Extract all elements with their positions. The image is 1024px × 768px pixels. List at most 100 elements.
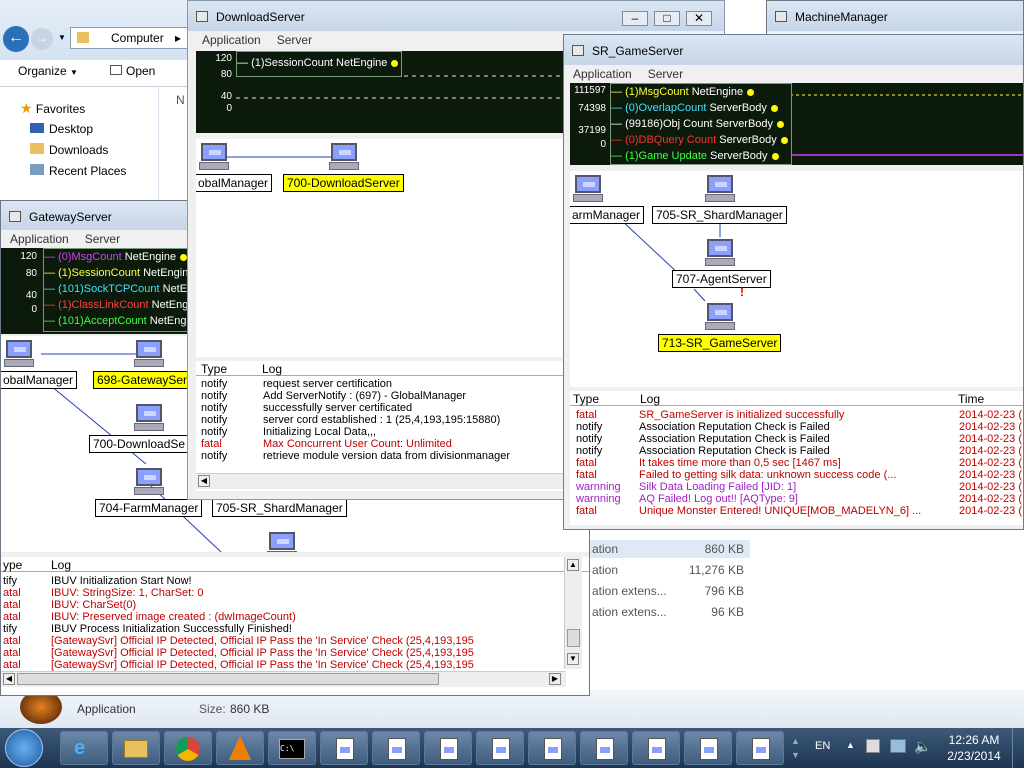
menu-application[interactable]: Application <box>202 31 261 49</box>
taskbar-server-app[interactable] <box>320 731 368 765</box>
volume-icon[interactable]: 🔈 <box>914 738 931 755</box>
log-row: warnning AQ Failed! Log out!! [AQType: 9]… <box>576 493 1022 505</box>
node-label[interactable]: 700-DownloadSe <box>89 435 190 453</box>
action-center-icon[interactable] <box>866 739 880 753</box>
show-hidden-icons[interactable]: ▲ <box>846 740 855 750</box>
server-node-icon[interactable] <box>134 466 164 496</box>
history-dropdown-icon[interactable]: ▼ <box>58 33 66 42</box>
topology-links <box>619 218 721 302</box>
log-row: atal [GatewaySvr] Official IP Detected, O… <box>3 659 474 671</box>
address-text: Computer <box>111 31 164 45</box>
server-node-icon[interactable] <box>705 301 735 331</box>
file-row[interactable]: ation 860 KB <box>590 540 750 558</box>
taskbar-server-app[interactable] <box>632 731 680 765</box>
taskbar-vlc[interactable] <box>216 731 264 765</box>
server-node-icon[interactable] <box>329 141 359 171</box>
server-app-icon <box>544 738 562 760</box>
scroll-left-icon[interactable]: ◀ <box>198 475 210 487</box>
game-topology-canvas: armManager 705-SR_ShardManager 707-Agent… <box>570 171 1023 387</box>
taskbar-server-app[interactable] <box>528 731 576 765</box>
explorer-file-list: ation 860 KB ation 11,276 KB ation exten… <box>590 530 790 630</box>
scroll-up-icon[interactable]: ▲ <box>567 559 579 571</box>
node-label[interactable]: 713-SR_GameServer <box>658 334 782 352</box>
vertical-scrollbar[interactable]: ▲ ▼ <box>564 557 582 669</box>
back-button[interactable]: ← <box>3 26 29 52</box>
scroll-right-icon[interactable]: ▶ <box>549 673 561 685</box>
file-row[interactable]: ation extens... 796 KB <box>590 582 750 600</box>
taskbar-internet-explorer[interactable]: e <box>60 731 108 765</box>
game-server-window: SR_GameServer Application Server 111597 7… <box>563 34 1024 530</box>
node-label[interactable]: 700-DownloadServer <box>283 174 404 192</box>
server-node-icon[interactable] <box>4 338 34 368</box>
explorer-divider <box>0 86 190 87</box>
legend-item: — (1)Game Update ServerBody <box>611 148 791 164</box>
start-button[interactable] <box>5 729 43 767</box>
node-label[interactable]: obalManager <box>1 371 78 389</box>
scroll-down-icon[interactable]: ▼ <box>567 653 579 665</box>
taskbar-cmd[interactable]: C:\ <box>268 731 316 765</box>
vlc-icon <box>229 736 251 760</box>
server-node-icon[interactable] <box>573 173 603 203</box>
server-node-icon[interactable] <box>199 141 229 171</box>
taskbar-server-app[interactable] <box>372 731 420 765</box>
menu-server[interactable]: Server <box>85 230 120 248</box>
app-icon <box>196 11 208 22</box>
taskbar-explorer[interactable] <box>112 731 160 765</box>
menu-application[interactable]: Application <box>573 65 632 83</box>
downloads-icon <box>30 143 44 154</box>
minimize-button[interactable]: – <box>622 11 648 26</box>
clock-time[interactable]: 12:26 AM <box>944 733 1004 747</box>
node-label[interactable]: 698-GatewaySer <box>93 371 192 389</box>
log-header: ype Log <box>1 557 589 572</box>
taskbar-chrome[interactable] <box>164 731 212 765</box>
scroll-left-icon[interactable]: ◀ <box>3 673 15 685</box>
taskbar-server-app[interactable] <box>684 731 732 765</box>
scroll-thumb[interactable] <box>17 673 439 685</box>
log-row: warnning Silk Data Loading Failed [JID: 1… <box>576 481 1022 493</box>
language-indicator[interactable]: EN <box>815 740 830 752</box>
server-app-icon <box>440 738 458 760</box>
log-row: fatal It takes time more than 0,5 sec [14… <box>576 457 1022 469</box>
maximize-button[interactable]: □ <box>654 11 680 26</box>
file-row[interactable]: ation extens... 96 KB <box>590 603 750 621</box>
node-label[interactable]: 705-SR_ShardManager <box>212 499 347 517</box>
network-icon[interactable] <box>890 739 906 753</box>
forward-button[interactable]: → <box>31 28 53 50</box>
clock-date[interactable]: 2/23/2014 <box>944 749 1004 763</box>
desktop-item[interactable]: Desktop <box>30 122 93 136</box>
favorites-item[interactable]: ★ Favorites <box>20 100 85 117</box>
taskbar-server-app[interactable] <box>424 731 472 765</box>
recent-places-icon <box>30 164 44 175</box>
organize-button[interactable]: Organize ▼ <box>18 64 78 78</box>
node-label[interactable]: obalManager <box>196 174 273 192</box>
show-desktop-button[interactable] <box>1012 728 1024 768</box>
log-row: notify Association Reputation Check is Fa… <box>576 433 1022 445</box>
close-button[interactable]: ✕ <box>686 11 712 26</box>
horizontal-scrollbar[interactable]: ◀ ▶ <box>1 671 566 687</box>
recent-places-item[interactable]: Recent Places <box>30 164 126 178</box>
taskbar-server-app[interactable] <box>736 731 784 765</box>
menu-server[interactable]: Server <box>277 31 312 49</box>
address-bar[interactable]: Computer ▸ <box>70 27 190 49</box>
downloads-item[interactable]: Downloads <box>30 143 108 157</box>
file-row[interactable]: ation 11,276 KB <box>590 561 750 579</box>
server-node-icon[interactable] <box>134 402 164 432</box>
node-label[interactable]: 705-SR_ShardManager <box>652 206 787 224</box>
node-label[interactable]: 704-FarmManager <box>95 499 203 517</box>
node-label[interactable]: 707-AgentServer <box>672 270 771 288</box>
open-button[interactable]: Open <box>110 64 155 78</box>
details-size-value: 860 KB <box>230 702 270 716</box>
taskbar-scroll-icon[interactable]: ▲ ▼ <box>791 734 800 762</box>
server-node-icon[interactable] <box>134 338 164 368</box>
taskbar-server-app[interactable] <box>476 731 524 765</box>
legend-item: — (1)ClassLinkCount NetEngi <box>44 299 191 311</box>
taskbar-server-app[interactable] <box>580 731 628 765</box>
log-header: Type Log Time <box>570 391 1023 406</box>
menu-server[interactable]: Server <box>648 65 683 83</box>
node-label[interactable]: armManager <box>570 206 645 224</box>
scroll-thumb[interactable] <box>567 629 580 647</box>
server-node-icon[interactable] <box>267 530 297 552</box>
menu-application[interactable]: Application <box>10 230 69 248</box>
server-node-icon[interactable] <box>705 237 735 267</box>
server-node-icon[interactable] <box>705 173 735 203</box>
